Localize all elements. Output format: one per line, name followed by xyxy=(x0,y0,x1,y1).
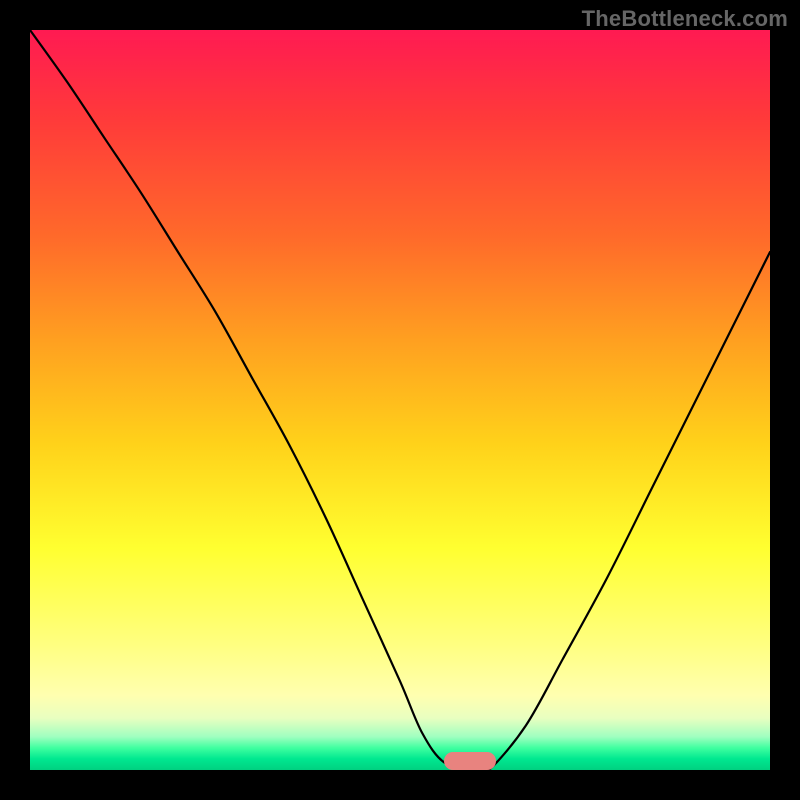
plot-area xyxy=(30,30,770,770)
bottleneck-curve xyxy=(30,30,770,770)
chart-frame: TheBottleneck.com xyxy=(0,0,800,800)
watermark-text: TheBottleneck.com xyxy=(582,6,788,32)
optimal-range-marker xyxy=(444,752,496,770)
